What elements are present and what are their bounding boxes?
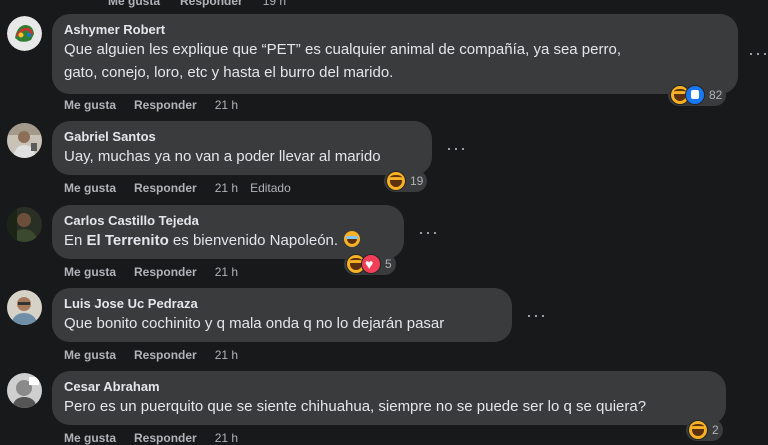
reply-link[interactable]: Responder [134, 431, 197, 445]
like-reaction-icon [685, 85, 705, 105]
reaction-count: 2 [712, 423, 719, 437]
like-link[interactable]: Me gusta [64, 348, 116, 362]
comment-bubble: Luis Jose Uc Pedraza Que bonito cochinit… [52, 288, 512, 342]
comment-author[interactable]: Cesar Abraham [64, 378, 714, 395]
comment-bubble: Gabriel Santos Uay, muchas ya no van a p… [52, 121, 432, 175]
previous-comment-actions: Me gusta Responder 19 h [108, 0, 286, 8]
reaction-count: 82 [709, 88, 723, 102]
timestamp[interactable]: 19 h [263, 0, 286, 8]
reply-link[interactable]: Responder [134, 181, 197, 195]
comment-bubble: Cesar Abraham Pero es un puerquito que s… [52, 371, 726, 425]
timestamp[interactable]: 21 h [215, 431, 238, 445]
mention-link[interactable]: El Terrenito [87, 232, 169, 249]
like-link[interactable]: Me gusta [64, 98, 116, 112]
haha-reaction-icon [688, 420, 708, 440]
comment-actions: Me gusta Responder 21 h [64, 348, 250, 362]
comment-text: Que alguien les explique que “PET” es cu… [64, 41, 621, 58]
more-options-icon[interactable]: ··· [748, 44, 768, 62]
reactions-summary[interactable]: 82 [668, 84, 727, 106]
reactions-summary[interactable]: 19 [384, 170, 428, 192]
more-options-icon[interactable]: ··· [418, 223, 439, 241]
grinning-sweat-emoji-icon [344, 231, 361, 247]
avatar[interactable] [7, 207, 42, 242]
avatar-image [7, 373, 42, 408]
reactions-summary[interactable]: 2 [686, 419, 723, 441]
comment-bubble: Carlos Castillo Tejeda En El Terrenito e… [52, 205, 404, 259]
avatar-image [7, 290, 42, 325]
love-reaction-icon [361, 254, 381, 274]
avatar[interactable] [7, 290, 42, 325]
comment-author[interactable]: Carlos Castillo Tejeda [64, 212, 392, 229]
comment-text: Uay, muchas ya no van a poder llevar al … [64, 148, 381, 165]
like-link[interactable]: Me gusta [64, 265, 116, 279]
avatar-image [7, 16, 42, 51]
comment-bubble: Ashymer Robert Que alguien les explique … [52, 14, 738, 94]
comment-text-part: En [64, 232, 87, 249]
reply-link[interactable]: Responder [134, 265, 197, 279]
comment-text-part: es bienvenido Napoleón. [168, 232, 339, 249]
more-options-icon[interactable]: ··· [526, 306, 547, 324]
timestamp[interactable]: 21 h [215, 181, 238, 195]
comment-text: Que bonito cochinito y q mala onda q no … [64, 315, 445, 332]
avatar[interactable] [7, 16, 42, 51]
comment-text: Pero es un puerquito que se siente chihu… [64, 398, 647, 415]
comment-text: gato, conejo, loro, etc y hasta el burro… [64, 64, 394, 81]
like-link[interactable]: Me gusta [64, 181, 116, 195]
comment-actions: Me gusta Responder 21 h Editado [64, 181, 309, 195]
reaction-count: 19 [410, 174, 424, 188]
comment-text: En El Terrenito es bienvenido Napoleón. [64, 229, 392, 252]
comment-actions: Me gusta Responder 21 h [64, 265, 250, 279]
timestamp[interactable]: 21 h [215, 98, 238, 112]
avatar-image [7, 123, 42, 158]
timestamp[interactable]: 21 h [215, 348, 238, 362]
like-link[interactable]: Me gusta [64, 431, 116, 445]
avatar[interactable] [7, 123, 42, 158]
reaction-count: 5 [385, 257, 392, 271]
avatar-image [7, 207, 42, 242]
comment-author[interactable]: Gabriel Santos [64, 128, 420, 145]
timestamp[interactable]: 21 h [215, 265, 238, 279]
reply-link[interactable]: Responder [134, 98, 197, 112]
comment-actions: Me gusta Responder 21 h [64, 431, 250, 445]
more-options-icon[interactable]: ··· [446, 139, 467, 157]
reply-link[interactable]: Responder [180, 0, 243, 8]
comment-author[interactable]: Ashymer Robert [64, 21, 726, 38]
avatar[interactable] [7, 373, 42, 408]
haha-reaction-icon [386, 171, 406, 191]
reply-link[interactable]: Responder [134, 348, 197, 362]
comment-author[interactable]: Luis Jose Uc Pedraza [64, 295, 500, 312]
comment-actions: Me gusta Responder 21 h [64, 98, 250, 112]
reactions-summary[interactable]: 5 [344, 253, 396, 275]
like-link[interactable]: Me gusta [108, 0, 160, 8]
edited-label: Editado [250, 181, 291, 195]
